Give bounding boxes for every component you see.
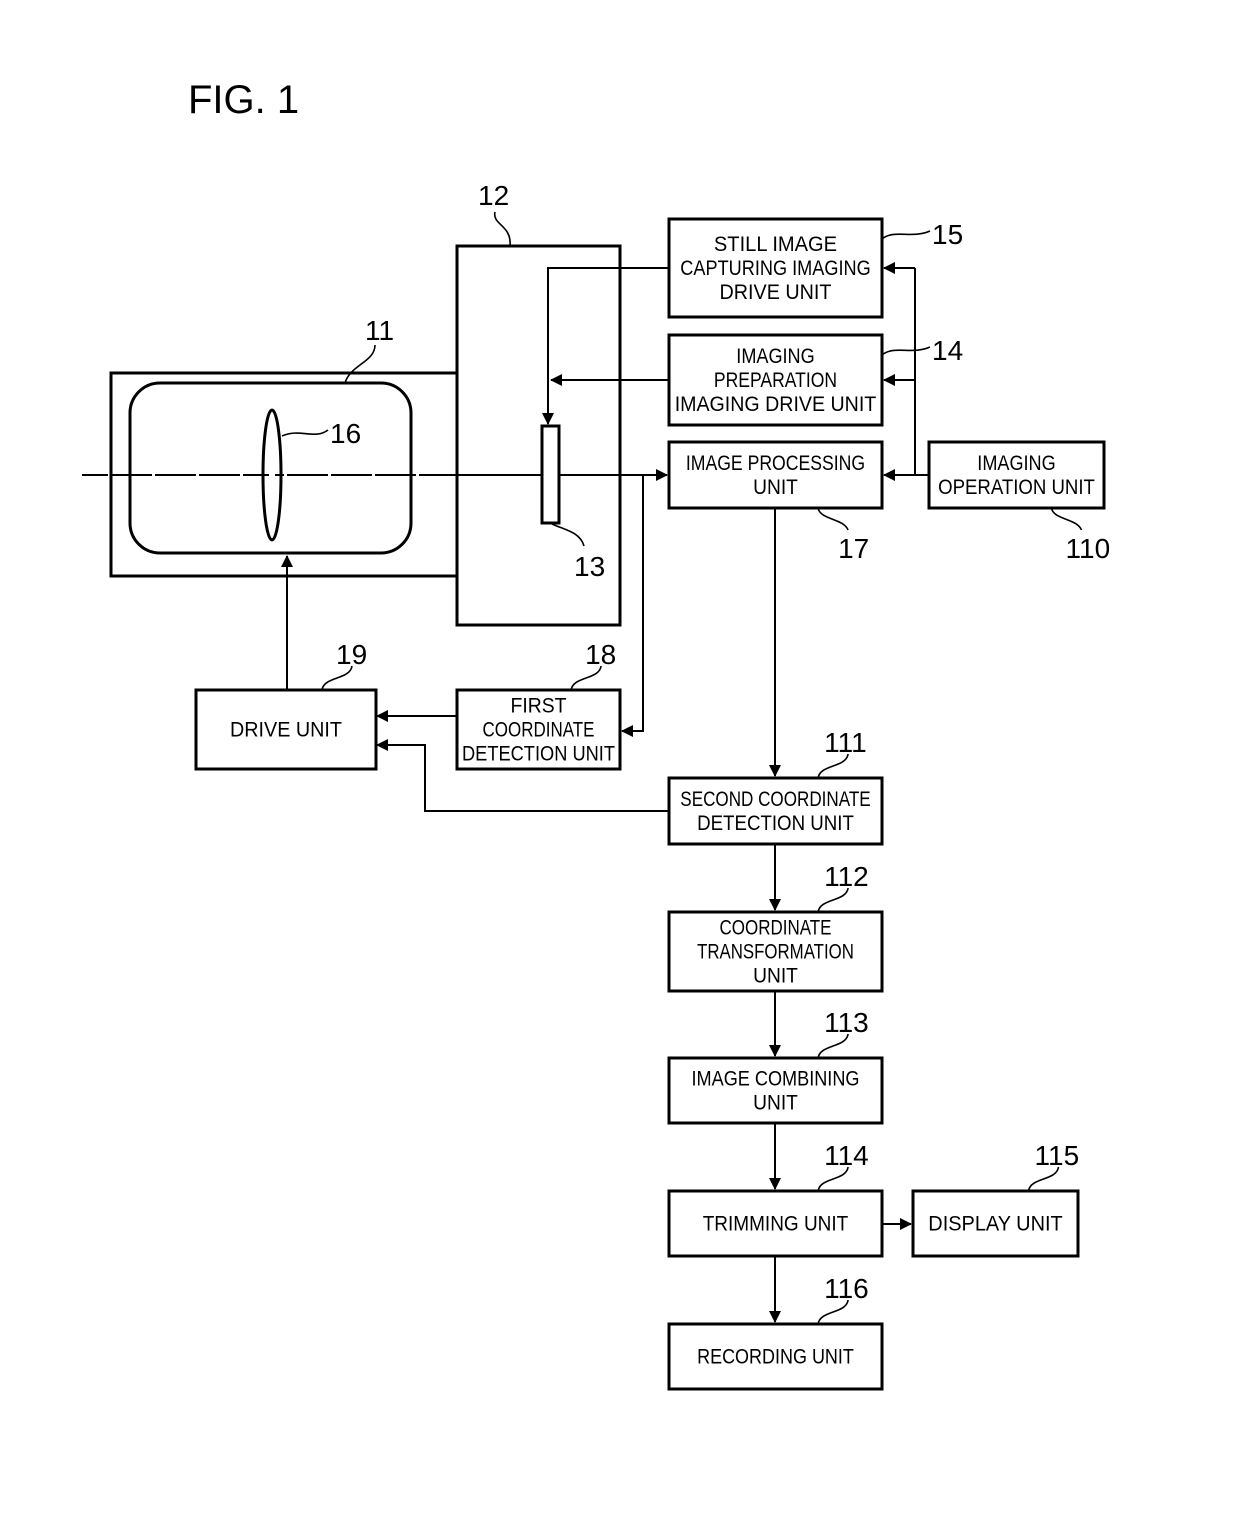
ref-111: 111 [824,727,867,758]
first-coordinate-detection-unit: FIRSTCOORDINATEDETECTION UNIT 18 [455,639,622,771]
ref-116: 116 [824,1273,869,1304]
ref-12: 12 [478,180,509,211]
still-image-capturing-imaging-drive-unit: STILL IMAGECAPTURING IMAGINGDRIVE UNIT 15 [667,217,963,319]
ref-11: 11 [365,315,394,346]
ref-112: 112 [824,861,869,892]
first-coordinate-detection-unit-label-line: FIRST [511,695,567,718]
second-coordinate-detection-unit-label-line: DETECTION UNIT [697,812,854,835]
leader-line [281,429,329,437]
leader-line [494,211,511,247]
ref-16: 16 [330,418,361,449]
arrow-still-drive-to-sensor [542,267,669,425]
ref-110: 110 [1066,533,1111,564]
first-coordinate-detection-unit-label-line: COORDINATE [483,719,595,742]
block-diagram: FIG. 1 11 16 12 13 STILL IMAGECAPTURING … [82,78,1111,1391]
imaging-preparation-imaging-drive-unit-label-line: IMAGING DRIVE UNIT [675,393,877,416]
trimming-unit-label-line: TRIMMING UNIT [703,1213,849,1236]
coordinate-transformation-unit-label-line: UNIT [753,965,798,988]
imaging-preparation-imaging-drive-unit-label-line: IMAGING [736,345,814,368]
ref-114: 114 [824,1140,869,1171]
imaging-preparation-imaging-drive-unit-label-line: PREPARATION [714,369,837,392]
leader-line [344,344,376,384]
leader-line [817,507,849,531]
image-combining-unit-label-line: UNIT [753,1092,798,1115]
ref-19: 19 [336,639,367,670]
still-image-capturing-imaging-drive-unit-label-line: DRIVE UNIT [720,281,832,304]
ref-14: 14 [932,335,963,366]
leader-line [881,230,931,240]
imaging-operation-unit-label-line: IMAGING [977,452,1055,475]
figure-title: FIG. 1 [188,78,299,122]
ref-115: 115 [1035,1140,1080,1171]
lens-barrel: 11 [109,315,457,578]
coordinate-transformation-unit-label-line: COORDINATE [720,917,832,940]
coordinate-transformation-unit-label-line: TRANSFORMATION [697,941,854,964]
ref-13: 13 [574,551,605,582]
ref-18: 18 [585,639,616,670]
second-coordinate-detection-unit-label-line: SECOND COORDINATE [680,788,870,811]
display-unit-label-line: DISPLAY UNIT [928,1213,1063,1236]
arrow-to-first-coordinate [621,475,644,737]
still-image-capturing-imaging-drive-unit-label-line: STILL IMAGE [714,233,837,256]
ref-17: 17 [838,533,869,564]
image-combining-unit-label-line: IMAGE COMBINING [692,1068,860,1091]
ref-15: 15 [932,219,963,250]
leader-line [551,523,585,547]
imaging-preparation-imaging-drive-unit: IMAGINGPREPARATIONIMAGING DRIVE UNIT 14 [667,333,963,427]
image-processing-unit-label-line: UNIT [753,476,798,499]
drive-unit-label-line: DRIVE UNIT [230,719,342,742]
first-coordinate-detection-unit-label-line: DETECTION UNIT [462,743,615,766]
image-processing-unit-label-line: IMAGE PROCESSING [686,452,865,475]
still-image-capturing-imaging-drive-unit-label-line: CAPTURING IMAGING [680,257,870,280]
imaging-operation-unit-label-line: OPERATION UNIT [938,476,1095,499]
leader-line [881,346,931,356]
leader-line [1050,507,1083,531]
ref-113: 113 [824,1007,869,1038]
recording-unit-label-line: RECORDING UNIT [697,1346,854,1369]
imaging-operation-unit: IMAGINGOPERATION UNIT 110 [927,440,1111,564]
image-sensor: 13 [457,424,605,582]
display-unit: DISPLAY UNIT 115 [911,1140,1080,1258]
